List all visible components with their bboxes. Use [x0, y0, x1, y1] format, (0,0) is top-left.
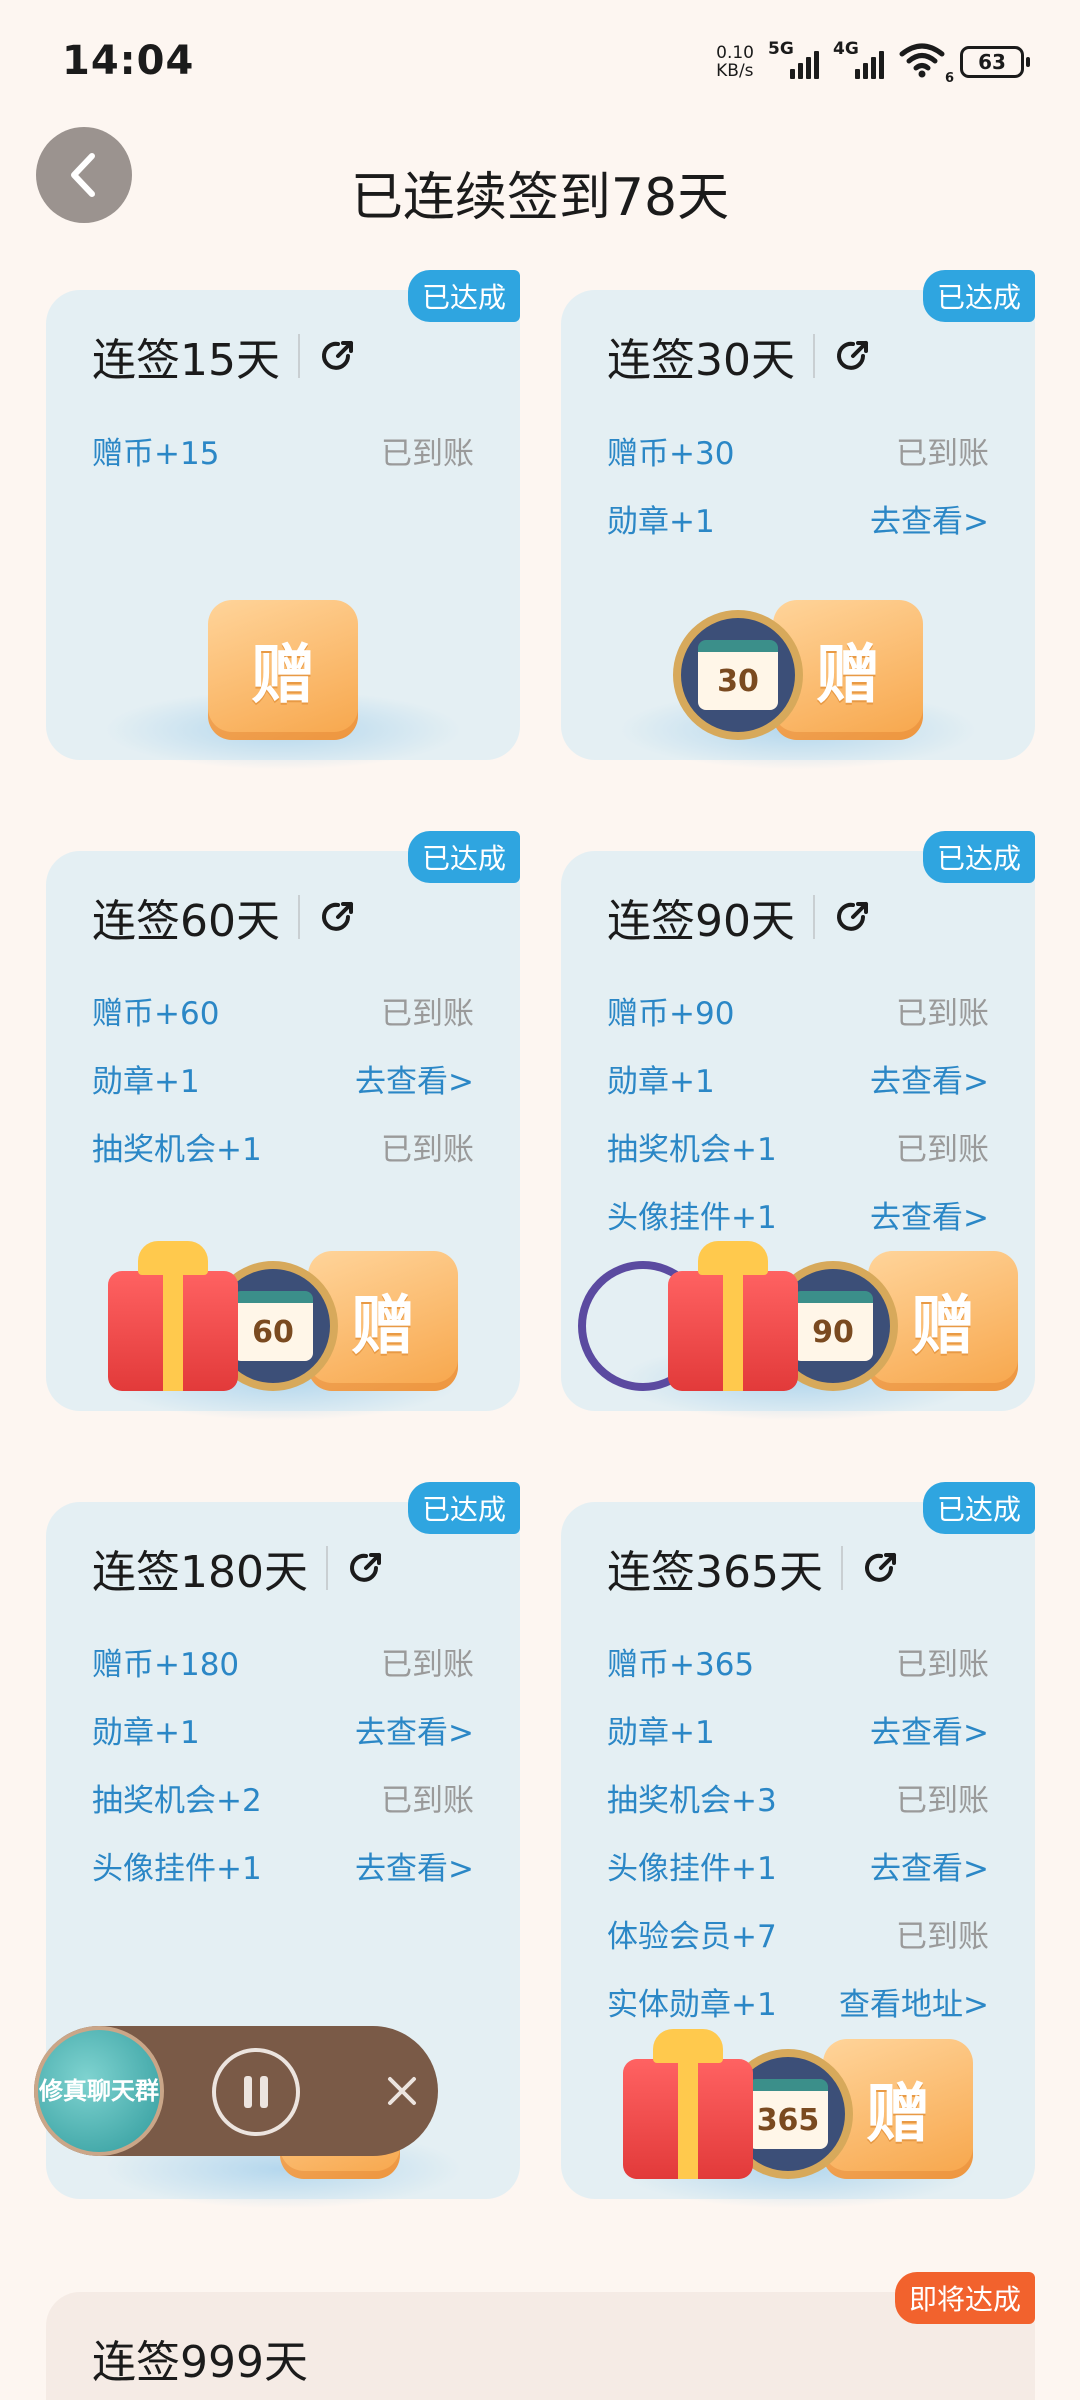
reward-row: 抽奖机会+1 已到账 — [92, 1131, 474, 1168]
reward-illustration: 60 赠 — [108, 1241, 458, 1391]
share-icon[interactable] — [346, 1548, 386, 1588]
reward-row: 勋章+1 去查看> — [607, 1053, 989, 1103]
wifi-icon: 6 — [898, 42, 954, 86]
reward-row: 赠币+30 已到账 — [607, 435, 989, 472]
reward-row: 抽奖机会+1 已到账 — [607, 1131, 989, 1168]
status-tag: 已达成 — [407, 831, 520, 883]
reward-row: 赠币+180 已到账 — [92, 1646, 474, 1683]
reward-card-15: 已达成 连签15天 赠币+15 已到账 赠 — [46, 270, 520, 770]
reward-illustration: 赠 — [208, 600, 358, 740]
share-icon[interactable] — [861, 1548, 901, 1588]
card-title: 连签60天 — [92, 887, 358, 947]
reward-row: 头像挂件+1 去查看> — [92, 1840, 474, 1890]
signal-5g-icon: 5G — [768, 39, 819, 79]
reward-row: 赠币+90 已到账 — [607, 995, 989, 1032]
coin-ticket-icon: 赠 — [208, 600, 358, 740]
view-link[interactable]: 去查看> — [355, 1056, 474, 1101]
card-title: 连签365天 — [607, 1538, 901, 1598]
view-link[interactable]: 去查看> — [870, 1056, 989, 1101]
close-icon[interactable] — [382, 2071, 422, 2111]
view-link[interactable]: 去查看> — [870, 1192, 989, 1237]
reward-illustration: 30 赠 — [673, 600, 923, 740]
gift-box-icon — [668, 1241, 798, 1391]
reward-row: 勋章+1 去查看> — [92, 1704, 474, 1754]
reward-row: 实体勋章+1 查看地址> — [607, 1976, 989, 2026]
card-title: 连签15天 — [92, 326, 358, 386]
view-link[interactable]: 去查看> — [355, 1843, 474, 1888]
view-address-link[interactable]: 查看地址> — [839, 1979, 989, 2024]
share-icon[interactable] — [318, 336, 358, 376]
status-tag: 已达成 — [407, 1482, 520, 1534]
clock: 14:04 — [62, 38, 195, 84]
status-tag: 已达成 — [922, 831, 1035, 883]
reward-row: 勋章+1 去查看> — [607, 493, 989, 543]
gift-box-icon — [623, 2029, 753, 2179]
battery-icon: 63 — [960, 46, 1030, 78]
view-link[interactable]: 去查看> — [870, 1843, 989, 1888]
reward-illustration: 90 赠 — [578, 1241, 1018, 1391]
reward-row: 勋章+1 去查看> — [92, 1053, 474, 1103]
reward-card-60: 已达成 连签60天 赠币+60 已到账 勋章+1 去查看> 抽奖机会+1 已到账… — [46, 831, 520, 1421]
reward-illustration: 365 赠 — [623, 2029, 973, 2179]
share-icon[interactable] — [833, 897, 873, 937]
reward-row: 赠币+60 已到账 — [92, 995, 474, 1032]
card-title: 连签180天 — [92, 1538, 386, 1598]
floating-player[interactable]: 修真聊天群 — [34, 2026, 438, 2156]
reward-row: 赠币+15 已到账 — [92, 435, 474, 472]
view-link[interactable]: 去查看> — [870, 496, 989, 541]
avatar[interactable]: 修真聊天群 — [34, 2026, 164, 2156]
card-title: 连签90天 — [607, 887, 873, 947]
reward-card-90: 已达成 连签90天 赠币+90 已到账 勋章+1 去查看> 抽奖机会+1 已到账… — [561, 831, 1035, 1421]
reward-row: 勋章+1 去查看> — [607, 1704, 989, 1754]
page-title: 已连续签到78天 — [350, 168, 730, 228]
share-icon[interactable] — [318, 897, 358, 937]
gift-box-icon — [108, 1241, 238, 1391]
reward-row: 体验会员+7 已到账 — [607, 1918, 989, 1955]
view-link[interactable]: 去查看> — [355, 1707, 474, 1752]
status-tag: 即将达成 — [894, 2272, 1035, 2324]
reward-card-30: 已达成 连签30天 赠币+30 已到账 勋章+1 去查看> 30 赠 — [561, 270, 1035, 770]
reward-row: 抽奖机会+3 已到账 — [607, 1782, 989, 1819]
card-title: 连签30天 — [607, 326, 873, 386]
reward-row: 头像挂件+1 去查看> — [607, 1189, 989, 1239]
reward-card-365: 已达成 连签365天 赠币+365 已到账 勋章+1 去查看> 抽奖机会+3 已… — [561, 1482, 1035, 2209]
share-icon[interactable] — [833, 336, 873, 376]
card-title: 连签999天 — [92, 2337, 308, 2388]
status-icons: 0.10 KB/s 5G 4G 6 63 — [716, 39, 1030, 86]
net-speed: 0.10 KB/s — [716, 43, 754, 81]
reward-row: 抽奖机会+2 已到账 — [92, 1782, 474, 1819]
pause-button[interactable] — [212, 2048, 300, 2136]
reward-row: 头像挂件+1 去查看> — [607, 1840, 989, 1890]
status-tag: 已达成 — [922, 270, 1035, 322]
reward-row: 赠币+365 已到账 — [607, 1646, 989, 1683]
status-tag: 已达成 — [922, 1482, 1035, 1534]
medal-icon: 30 — [673, 610, 803, 740]
status-bar: 14:04 0.10 KB/s 5G 4G 6 63 — [0, 0, 1080, 120]
view-link[interactable]: 去查看> — [870, 1707, 989, 1752]
signal-4g-icon: 4G — [833, 39, 884, 79]
pause-icon — [244, 2076, 268, 2108]
status-tag: 已达成 — [407, 270, 520, 322]
reward-card-999: 即将达成 连签999天 — [46, 2272, 1035, 2400]
